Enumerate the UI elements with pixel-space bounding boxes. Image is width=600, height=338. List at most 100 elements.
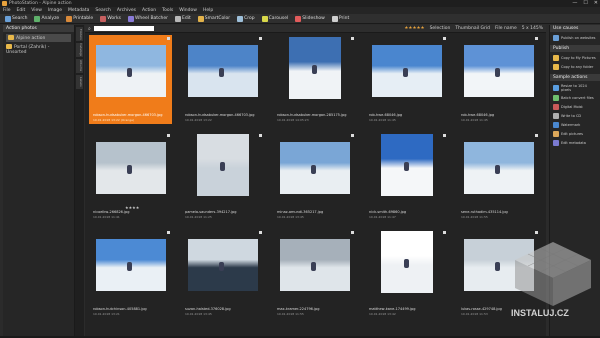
action-item[interactable]: Edit pictures	[553, 131, 598, 137]
flag-icon[interactable]	[443, 231, 446, 234]
photo-image	[288, 37, 341, 99]
menu-item-search[interactable]: Search	[95, 8, 110, 13]
photo-thumbnail[interactable]: pamela-saunders-394217.jpg 10.01.2018 11:…	[181, 132, 264, 221]
flag-icon[interactable]	[535, 134, 538, 137]
folder-item[interactable]: Portal (Zahrik) - Unsorted	[6, 44, 71, 55]
toolbar-button-search[interactable]: Search	[3, 15, 29, 23]
photo-thumbnail[interactable]: robson-hutchinson-405881.jpg 10.01.2018 1…	[89, 229, 172, 318]
thumbnail-area: ⌕ ★★★★★ Selection Thumbnail Grid File na…	[85, 25, 546, 338]
tab-folders[interactable]: Folders	[76, 27, 83, 41]
tab-labels[interactable]: Labels	[76, 75, 83, 89]
action-item[interactable]: Copy to My Pictures	[553, 55, 598, 61]
photo-thumbnail[interactable]: rob-hwe-68046.jpg 10.01.2018 11:45	[457, 35, 540, 124]
photo-image	[371, 45, 442, 97]
action-item[interactable]: Watermark	[553, 122, 598, 128]
action-item[interactable]: Batch convert files	[553, 95, 598, 101]
toolbar-button-smartcolor[interactable]: SmartColor	[196, 15, 232, 23]
action-item[interactable]: Publish on websites	[553, 35, 598, 41]
menu-item-help[interactable]: Help	[203, 8, 213, 13]
photo-thumbnail[interactable]: max-kramer-224796.jpg 10.01.2018 11:55	[273, 229, 356, 318]
action-item[interactable]: Resize to 1024 pixels	[553, 84, 598, 92]
toolbar-button-slideshow[interactable]: Slideshow	[293, 15, 327, 23]
maximize-button[interactable]: ☐	[583, 0, 587, 6]
toolbar-button-printable[interactable]: Printable	[64, 15, 95, 23]
flag-icon[interactable]	[259, 134, 262, 137]
sort-select[interactable]: File name	[495, 26, 517, 31]
thumbnail-view-select[interactable]: Thumbnail Grid	[455, 26, 490, 31]
toolbar-button-edit[interactable]: Edit	[173, 15, 193, 23]
photo-thumbnail[interactable]: nicoelkw-266826.jpg 10.01.2018 11:41 ★★★★	[89, 132, 172, 221]
flag-icon[interactable]	[351, 134, 354, 137]
photo-thumbnail[interactable]: robson-hudsabuker-morgan-466703.jpg 10.01…	[89, 35, 172, 124]
photo-date: 10.01.2018 11:47	[369, 215, 396, 219]
flag-icon[interactable]	[167, 134, 170, 137]
selection-button[interactable]: Selection	[430, 26, 451, 31]
menu-item-window[interactable]: Window	[179, 8, 197, 13]
menu-item-tools[interactable]: Tools	[162, 8, 173, 13]
search-input[interactable]	[93, 26, 154, 31]
toolbar-button-print[interactable]: Print	[330, 15, 351, 23]
action-label: Edit metadata	[561, 141, 586, 145]
photo-thumbnail[interactable]: rob-hwe-68046.jpg 10.01.2018 11:45	[365, 35, 448, 124]
flag-icon[interactable]	[443, 134, 446, 137]
flag-icon[interactable]	[167, 37, 170, 40]
printer-icon	[331, 15, 338, 22]
skier-figure	[311, 64, 317, 74]
action-label: Publish on websites	[561, 36, 596, 40]
edit-icon	[553, 131, 559, 137]
view-bar: ⌕ ★★★★★ Selection Thumbnail Grid File na…	[85, 25, 546, 33]
photo-image	[95, 239, 166, 291]
toolbar-label: Works	[107, 16, 121, 21]
action-item[interactable]: Copy to any folder	[553, 64, 598, 70]
photo-filename: minaz-amundi-365217.jpg	[277, 210, 324, 214]
photo-thumbnail[interactable]: robson-hudsabuker-morgan-466703.jpg 10.01…	[181, 35, 264, 124]
flag-icon[interactable]	[535, 231, 538, 234]
tab-catalogs[interactable]: Catalogs	[76, 43, 83, 57]
tab-albums[interactable]: Albums	[76, 59, 83, 73]
photo-thumbnail[interactable]: suzan-halsted-376028.jpg 10.01.2018 13:45	[181, 229, 264, 318]
photo-filename: robson-hudsabuker-morgan-285175.jpg	[277, 113, 347, 117]
action-label: Copy to My Pictures	[561, 56, 596, 60]
toolbar-button-wheel-batcher[interactable]: Wheel Batcher	[126, 15, 170, 23]
photo-thumbnail[interactable]: matthew-kane-174499.jpg 10.01.2018 13:42	[365, 229, 448, 318]
flag-icon[interactable]	[351, 231, 354, 234]
photo-filename: robson-hutchinson-405881.jpg	[93, 307, 147, 311]
toolbar-button-carousel[interactable]: Carousel	[260, 15, 291, 23]
flag-icon[interactable]	[259, 37, 262, 40]
menu-item-view[interactable]: View	[31, 8, 42, 13]
menu-item-edit[interactable]: Edit	[17, 8, 26, 13]
close-button[interactable]: ✕	[594, 0, 598, 6]
action-item[interactable]: Write to CD	[553, 113, 598, 119]
menu-item-file[interactable]: File	[3, 8, 11, 13]
menu-item-metadata[interactable]: Metadata	[68, 8, 89, 13]
toolbar-button-crop[interactable]: Crop	[235, 15, 257, 23]
flag-icon[interactable]	[167, 231, 170, 234]
toolbar-button-analyze[interactable]: Analyze	[32, 15, 61, 23]
toolbar-button-works[interactable]: Works	[98, 15, 123, 23]
flag-icon[interactable]	[443, 37, 446, 40]
menu-item-image[interactable]: Image	[48, 8, 62, 13]
action-item[interactable]: Digital Moist	[553, 104, 598, 110]
action-label: Copy to any folder	[561, 65, 594, 69]
photo-thumbnail[interactable]: sene-ruthadim-435114.jpg 10.01.2018 11:55	[457, 132, 540, 221]
folder-item[interactable]: Alpine action	[6, 34, 71, 42]
photo-thumbnail[interactable]: minaz-amundi-365217.jpg 10.01.2018 13:45	[273, 132, 356, 221]
zoom-select[interactable]: 5 x 145%	[522, 26, 543, 31]
rating-filter[interactable]: ★★★★★	[404, 26, 424, 31]
action-label: Watermark	[561, 123, 581, 127]
menu-item-archives[interactable]: Archives	[117, 8, 136, 13]
metadata-icon	[553, 140, 559, 146]
photo-thumbnail[interactable]: robson-hudsabuker-morgan-285175.jpg 10.01…	[273, 35, 356, 124]
minimize-button[interactable]: —	[572, 0, 577, 6]
photo-thumbnail[interactable]: nick-smith-69860.jpg 10.01.2018 11:47	[365, 132, 448, 221]
watermark-cube-icon	[515, 242, 591, 306]
action-item[interactable]: Edit metadata	[553, 140, 598, 146]
photo-filename: robson-hudsabuker-morgan-466703.jpg	[93, 113, 163, 117]
menu-item-action[interactable]: Action	[142, 8, 156, 13]
photo-rating[interactable]: ★★★★	[125, 205, 139, 210]
flag-icon[interactable]	[535, 37, 538, 40]
toolbar-label: Print	[338, 16, 350, 21]
flag-icon[interactable]	[259, 231, 262, 234]
photo-filename: nick-smith-69860.jpg	[369, 210, 407, 214]
flag-icon[interactable]	[351, 37, 354, 40]
